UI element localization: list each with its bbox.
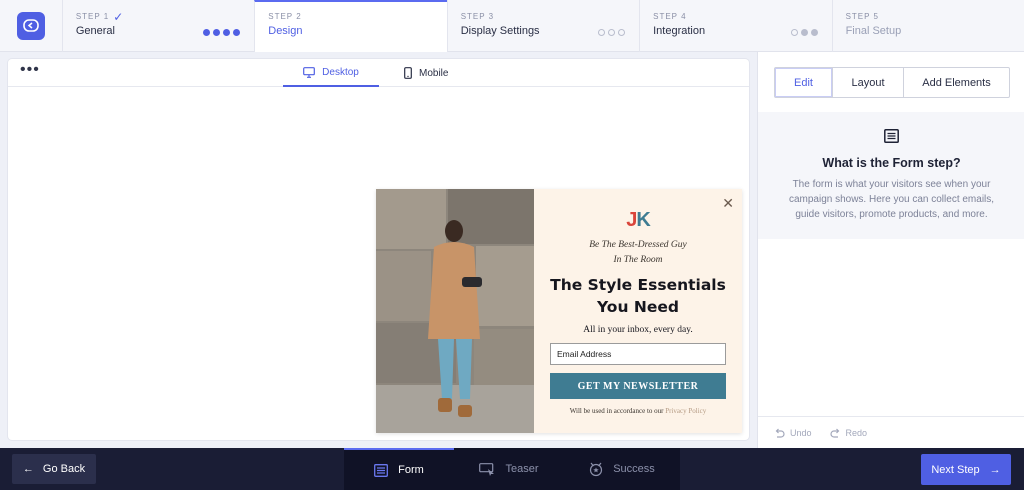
info-title: What is the Form step? (822, 156, 961, 170)
step-design[interactable]: STEP 2 Design (254, 0, 447, 52)
step-number: STEP 4 (653, 12, 687, 21)
desktop-icon (303, 66, 316, 78)
form-step-info: What is the Form step? The form is what … (758, 112, 1024, 239)
tab-edit[interactable]: Edit (775, 68, 832, 97)
progress-dots (203, 29, 241, 36)
mobile-icon (404, 67, 412, 79)
mode-success[interactable]: Success (564, 448, 680, 490)
teaser-icon (479, 462, 495, 476)
email-field[interactable]: Email Address (550, 343, 726, 365)
tab-label: Mobile (419, 67, 449, 79)
tab-mobile[interactable]: Mobile (404, 59, 448, 87)
canvas-toolbar: ••• Desktop Mobile (8, 59, 749, 87)
brand-logo: JK (626, 209, 651, 231)
step-number: STEP 5 (845, 12, 879, 21)
panel-tabs: Edit Layout Add Elements (774, 67, 1010, 98)
privacy-policy-link[interactable]: Privacy Policy (665, 407, 706, 415)
step-number: STEP 1 ✓ (75, 9, 125, 24)
step-integration[interactable]: STEP 4 Integration (639, 0, 831, 52)
privacy-note: Will be used in accordance to our Privac… (569, 407, 707, 415)
popup-mode-switcher: Form Teaser Success (344, 448, 680, 490)
redo-icon (829, 428, 839, 438)
newsletter-popup[interactable]: ✕ JK Be The Best-Dressed Guy In The Room… (376, 189, 742, 433)
check-icon: ✓ (113, 9, 125, 24)
progress-dots (790, 29, 818, 36)
history-controls: Undo Redo (758, 416, 1024, 448)
model-photo (376, 189, 534, 433)
progress-dots (598, 29, 626, 36)
step-final-setup[interactable]: STEP 5 Final Setup (831, 0, 1024, 52)
info-description: The form is what your visitors see when … (788, 179, 995, 220)
mode-form[interactable]: Form (344, 448, 454, 490)
form-icon (884, 129, 899, 143)
redo-button[interactable]: Redo (829, 428, 867, 438)
popup-subtext: All in your inbox, every day. (583, 325, 693, 335)
undo-button[interactable]: Undo (774, 428, 812, 438)
popup-headline: The Style Essentials You Need (550, 276, 726, 316)
form-icon (374, 463, 389, 477)
undo-icon (775, 428, 785, 438)
step-label: Design (268, 25, 303, 37)
next-step-button[interactable]: Next Step → (921, 454, 1011, 485)
preview-canvas: ••• Desktop Mobile ✕ JK Be The Best-Dres… (8, 59, 749, 440)
success-badge-icon (590, 462, 603, 476)
logo-cell (0, 0, 62, 52)
step-general[interactable]: STEP 1 ✓ General (61, 0, 254, 52)
popup-kicker: Be The Best-Dressed Guy In The Room (589, 240, 687, 265)
step-display-settings[interactable]: STEP 3 Display Settings (446, 0, 639, 52)
app-logo-icon[interactable] (16, 12, 45, 40)
step-navigation: STEP 1 ✓ General STEP 2 Design STEP 3 Dis… (0, 0, 1024, 52)
tab-layout[interactable]: Layout (832, 68, 903, 97)
step-number: STEP 3 (460, 12, 495, 21)
tab-label: Desktop (322, 66, 359, 78)
tab-desktop[interactable]: Desktop (283, 59, 379, 87)
more-options-icon[interactable]: ••• (20, 62, 40, 78)
subscribe-button[interactable]: GET MY NEWSLETTER (550, 373, 726, 399)
bottom-toolbar: ← Go Back Form Teaser Success Next Step … (0, 448, 1024, 490)
arrow-right-icon: → (989, 463, 1001, 476)
arrow-left-icon: ← (22, 463, 34, 475)
popup-form: ✕ JK Be The Best-Dressed Guy In The Room… (534, 189, 742, 433)
tab-add-elements[interactable]: Add Elements (903, 68, 1009, 97)
go-back-button[interactable]: ← Go Back (12, 454, 96, 484)
mode-teaser[interactable]: Teaser (454, 448, 564, 490)
step-number: STEP 2 (268, 12, 302, 21)
editor-panel: Edit Layout Add Elements What is the For… (757, 52, 1024, 448)
step-label: Final Setup (845, 25, 902, 37)
